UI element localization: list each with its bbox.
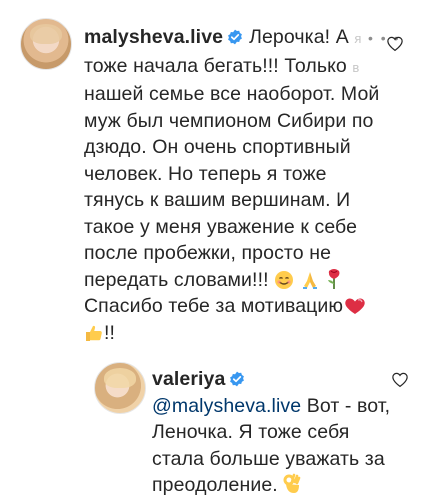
like-heart-icon[interactable]	[386, 35, 404, 53]
avatar[interactable]	[20, 18, 72, 70]
username[interactable]: malysheva.live	[84, 26, 223, 48]
verified-badge-icon	[230, 371, 245, 387]
verified-badge-icon	[228, 29, 242, 45]
heart-emoji-icon	[345, 298, 365, 314]
username[interactable]: valeriya	[152, 368, 225, 390]
like-heart-icon[interactable]	[391, 371, 409, 389]
pray-emoji-icon	[302, 271, 317, 289]
comment-2: valeriya @malysheva.live Вот - вот, Лено…	[0, 340, 431, 500]
smile-emoji-icon	[275, 270, 294, 289]
rose-emoji-icon	[328, 268, 340, 289]
comment-text: malysheva.live Лерочка! А я тоже начала б…	[84, 26, 380, 344]
ok-hand-emoji-icon	[283, 473, 301, 493]
mention-link[interactable]: @malysheva.live	[152, 395, 301, 417]
comment-1: malysheva.live Лерочка! А я тоже начала б…	[0, 0, 431, 344]
avatar[interactable]	[94, 362, 146, 414]
comment-text: valeriya @malysheva.live Вот - вот, Лено…	[152, 368, 391, 496]
